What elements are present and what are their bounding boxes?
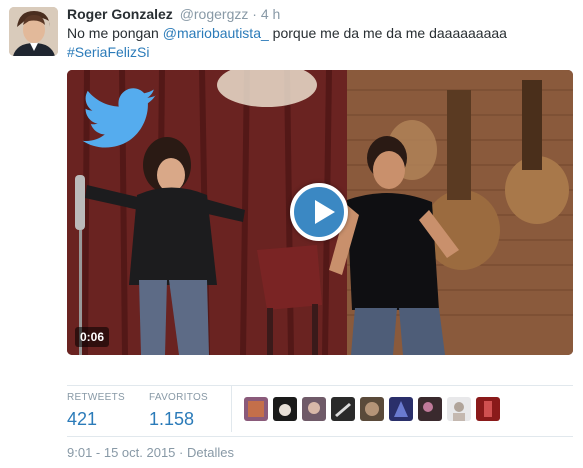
header-separator: · <box>252 6 257 22</box>
favoriter-avatar[interactable] <box>273 397 297 421</box>
tweet-text-after: porque me da me da me daaaaaaaaa <box>268 25 507 41</box>
tweet-timestamp[interactable]: 9:01 - 15 oct. 2015 <box>67 445 175 460</box>
play-button[interactable] <box>290 183 348 241</box>
favoriter-avatar[interactable] <box>418 397 442 421</box>
favorites-label: FAVORITOS <box>149 392 209 403</box>
retweets-count[interactable]: 421 <box>67 409 125 430</box>
tweet-footer: 9:01 - 15 oct. 2015 · Detalles <box>67 445 234 460</box>
favoriter-avatar[interactable] <box>244 397 268 421</box>
footer-separator: · <box>179 445 184 460</box>
author-name[interactable]: Roger Gonzalez <box>67 6 173 22</box>
retweets-label: RETWEETS <box>67 392 125 403</box>
favoriter-avatar[interactable] <box>360 397 384 421</box>
favoriter-avatar[interactable] <box>331 397 355 421</box>
favoriter-avatar[interactable] <box>476 397 500 421</box>
twitter-bird-icon <box>81 88 159 155</box>
play-icon <box>315 200 335 224</box>
retweets-stat[interactable]: RETWEETS 421 <box>67 392 125 430</box>
mention-link[interactable]: @mariobautista_ <box>163 25 269 41</box>
tweet-text-before: No me pongan <box>67 25 163 41</box>
favoriter-avatar[interactable] <box>447 397 471 421</box>
favoriter-avatar[interactable] <box>389 397 413 421</box>
stats-separator <box>231 386 232 432</box>
stats-top-divider <box>67 385 573 386</box>
stats-bottom-divider <box>67 436 573 437</box>
tweet-header: Roger Gonzalez @rogergzz · 4 h <box>67 5 280 23</box>
details-link[interactable]: Detalles <box>187 445 234 460</box>
author-avatar[interactable] <box>9 7 58 56</box>
hashtag-link[interactable]: #SeriaFelizSi <box>67 44 149 60</box>
video-player[interactable]: 0:06 <box>67 70 573 355</box>
video-duration: 0:06 <box>75 327 110 347</box>
tweet-text: No me pongan @mariobautista_ porque me d… <box>67 24 572 62</box>
favoriter-avatar[interactable] <box>302 397 326 421</box>
tweet-time[interactable]: 4 h <box>261 6 280 22</box>
author-handle[interactable]: @rogergzz <box>180 6 249 22</box>
favorites-stat[interactable]: FAVORITOS 1.158 <box>149 392 208 430</box>
favorites-count[interactable]: 1.158 <box>149 409 208 430</box>
